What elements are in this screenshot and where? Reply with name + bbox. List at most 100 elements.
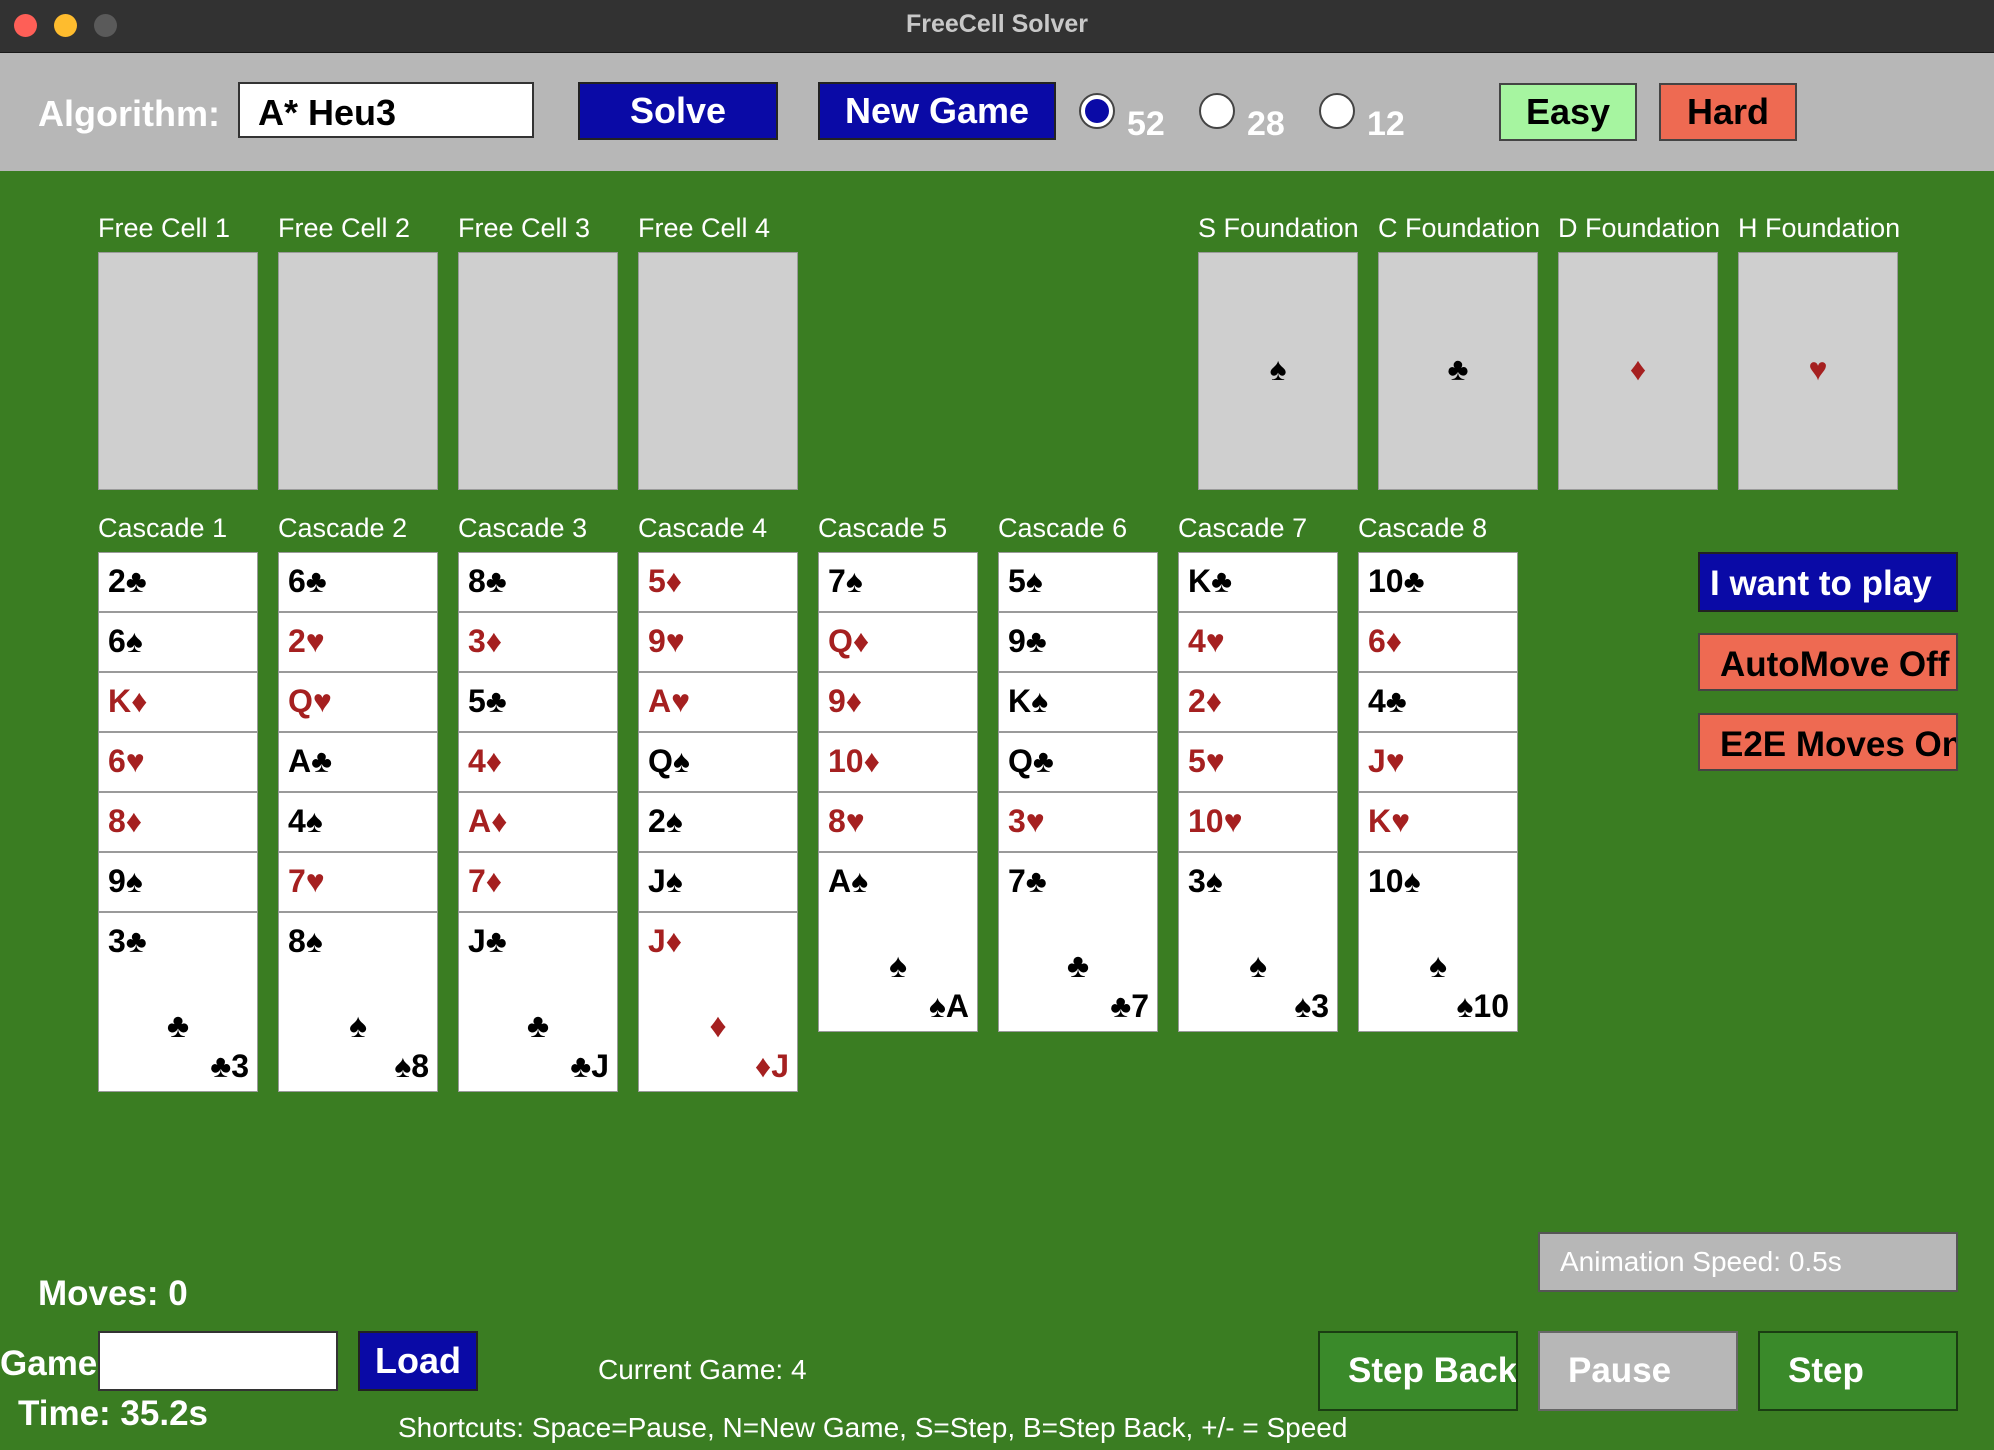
card-index: K♥ (1368, 803, 1410, 840)
card-rank: 2 (1188, 683, 1206, 719)
card-rank: 7 (1131, 988, 1149, 1024)
card-rank: 4 (468, 743, 486, 779)
deck-52-label: 52 (1127, 105, 1165, 143)
card-rank: A (648, 683, 672, 719)
d-foundation-label: D Foundation (1558, 213, 1721, 243)
card: 9♠ (98, 852, 258, 912)
cascade-4[interactable]: 5♦ 9♥ A♥ Q♠ 2♠ J♠ J♦ ♦ ♦J (638, 552, 798, 1092)
card-index: 3♦ (468, 623, 502, 660)
spade-icon: ♠ (665, 863, 683, 899)
spade-icon: ♠ (672, 743, 690, 779)
card-index: 4♥ (1188, 623, 1225, 660)
s-foundation[interactable]: ♠ (1198, 252, 1358, 490)
card-rank: 10 (1473, 988, 1509, 1024)
card-index: K♠ (1008, 683, 1048, 720)
card-corner-index: ♠A (929, 988, 969, 1025)
club-icon: ♣ (526, 1007, 550, 1045)
card: 10♥ (1178, 792, 1338, 852)
pause-button[interactable]: Pause (1538, 1331, 1738, 1411)
card-rank: 8 (828, 803, 846, 839)
deck-28-radio[interactable] (1199, 93, 1235, 129)
deck-52-radio[interactable] (1079, 93, 1115, 129)
card: 4♣ (1358, 672, 1518, 732)
card-rank: J (648, 863, 666, 899)
cascade-3[interactable]: 8♣ 3♦ 5♣ 4♦ A♦ 7♦ J♣ ♣ ♣J (458, 552, 618, 1092)
free-cell-1[interactable] (98, 252, 258, 490)
cascade-5-label: Cascade 5 (818, 513, 948, 543)
card: 6♠ (98, 612, 258, 672)
card-rank: 5 (1188, 743, 1206, 779)
card-index: 8♥ (828, 803, 865, 840)
card[interactable]: 10♠ ♠ ♠10 (1358, 852, 1518, 1032)
cascade-5[interactable]: 7♠ Q♦ 9♦ 10♦ 8♥ A♠ ♠ ♠A (818, 552, 978, 1032)
window-title: FreeCell Solver (905, 10, 1089, 38)
card[interactable]: A♠ ♠ ♠A (818, 852, 978, 1032)
step-button[interactable]: Step (1758, 1331, 1958, 1411)
card-index: 3♠ (1188, 863, 1223, 900)
algorithm-input[interactable]: A* Heu3 (238, 82, 534, 138)
card-index: Q♣ (1008, 743, 1054, 780)
card-rank: 9 (828, 683, 846, 719)
card: A♥ (638, 672, 798, 732)
cascade-2[interactable]: 6♣ 2♥ Q♥ A♣ 4♠ 7♥ 8♠ ♠ ♠8 (278, 552, 438, 1092)
easy-button[interactable]: Easy (1499, 83, 1637, 141)
free-cell-2[interactable] (278, 252, 438, 490)
deck-12-radio[interactable] (1319, 93, 1355, 129)
card-index: K♦ (108, 683, 147, 720)
card[interactable]: J♣ ♣ ♣J (458, 912, 618, 1092)
automove-toggle-button[interactable]: AutoMove Off (1698, 633, 1958, 691)
card[interactable]: J♦ ♦ ♦J (638, 912, 798, 1092)
diamond-icon: ♦ (754, 1048, 772, 1084)
card-rank: 4 (1188, 623, 1206, 659)
card: 10♦ (818, 732, 978, 792)
c-foundation[interactable]: ♣ (1378, 252, 1538, 490)
spade-icon: ♠ (394, 1048, 412, 1084)
card-rank: 2 (108, 563, 126, 599)
h-foundation[interactable]: ♥ (1738, 252, 1898, 490)
cascade-8[interactable]: 10♣ 6♦ 4♣ J♥ K♥ 10♠ ♠ ♠10 (1358, 552, 1518, 1032)
card[interactable]: 7♣ ♣ ♣7 (998, 852, 1158, 1032)
card-rank: 2 (288, 623, 306, 659)
card[interactable]: 3♣ ♣ ♣3 (98, 912, 258, 1092)
card[interactable]: 8♠ ♠ ♠8 (278, 912, 438, 1092)
cascade-1[interactable]: 2♣ 6♠ K♦ 6♥ 8♦ 9♠ 3♣ ♣ ♣3 (98, 552, 258, 1092)
diamond-icon: ♦ (485, 863, 503, 899)
card-corner-index: ♣J (570, 1048, 609, 1085)
algorithm-label: Algorithm: (38, 93, 220, 134)
diamond-icon: ♦ (485, 623, 503, 659)
solve-button[interactable]: Solve (578, 82, 778, 140)
free-cell-3[interactable] (458, 252, 618, 490)
heart-icon: ♥ (305, 623, 325, 659)
heart-icon: ♥ (671, 683, 691, 719)
card-rank: 3 (1188, 863, 1206, 899)
club-icon: ♣ (570, 1048, 592, 1084)
card: K♠ (998, 672, 1158, 732)
cascade-7[interactable]: K♣ 4♥ 2♦ 5♥ 10♥ 3♠ ♠ ♠3 (1178, 552, 1338, 1032)
card[interactable]: 3♠ ♠ ♠3 (1178, 852, 1338, 1032)
spade-icon: ♠ (845, 563, 863, 599)
moves-counter: Moves: 0 (38, 1274, 188, 1313)
card-rank: 5 (1008, 563, 1026, 599)
card-index: 7♣ (1008, 863, 1047, 900)
cascade-6[interactable]: 5♠ 9♣ K♠ Q♣ 3♥ 7♣ ♣ ♣7 (998, 552, 1158, 1032)
card-index: 9♣ (1008, 623, 1047, 660)
card-index: 3♥ (1008, 803, 1045, 840)
i-want-to-play-button[interactable]: I want to play (1698, 552, 1958, 612)
card-rank: Q (648, 743, 673, 779)
spade-icon: ♠ (1428, 947, 1448, 985)
game-number-input[interactable] (98, 1331, 338, 1391)
hard-button[interactable]: Hard (1659, 83, 1797, 141)
club-icon: ♣ (210, 1048, 232, 1084)
card: J♠ (638, 852, 798, 912)
free-cell-4[interactable] (638, 252, 798, 490)
card-rank: Q (288, 683, 313, 719)
d-foundation[interactable]: ♦ (1558, 252, 1718, 490)
step-back-button[interactable]: Step Back (1318, 1331, 1518, 1411)
card-rank: 7 (288, 863, 306, 899)
animation-speed-control[interactable]: Animation Speed: 0.5s (1538, 1232, 1958, 1292)
load-button[interactable]: Load (358, 1331, 478, 1391)
card: 6♣ (278, 552, 438, 612)
heart-icon: ♥ (665, 623, 685, 659)
e2e-moves-toggle-button[interactable]: E2E Moves On (1698, 713, 1958, 771)
new-game-button[interactable]: New Game (818, 82, 1056, 140)
